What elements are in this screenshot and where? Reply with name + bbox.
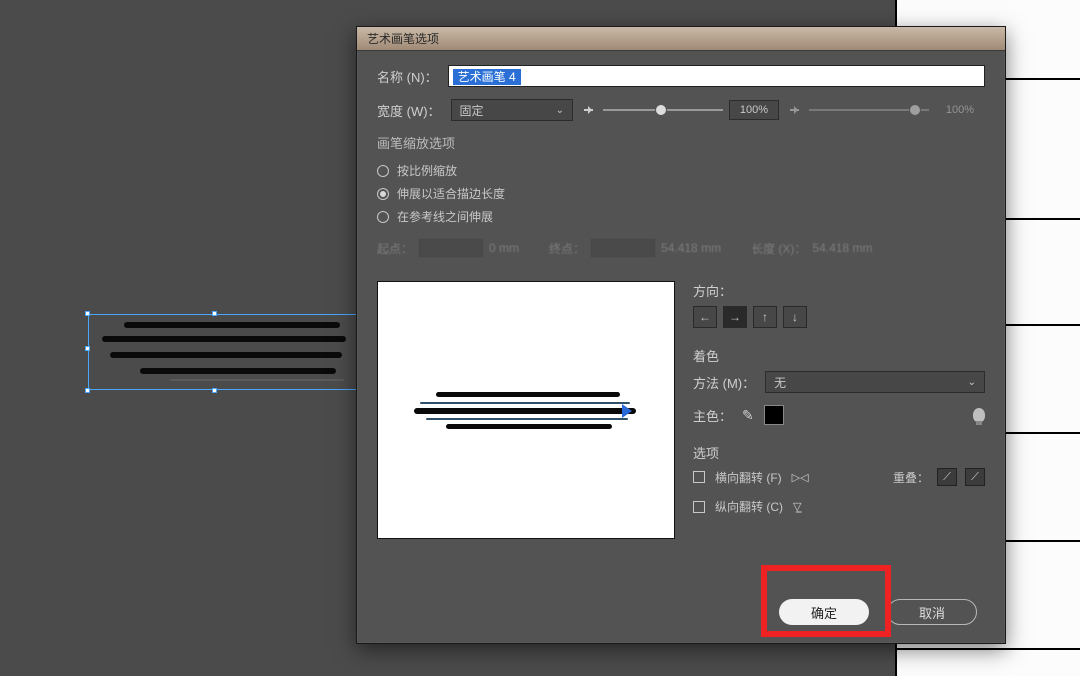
- flip-h-checkbox[interactable]: [693, 471, 705, 483]
- direction-down-button[interactable]: ↓: [783, 306, 807, 328]
- direction-up-button[interactable]: ↑: [753, 306, 777, 328]
- annotation-highlight: [761, 565, 891, 637]
- key-color-swatch[interactable]: [764, 405, 784, 425]
- options-title: 选项: [693, 443, 985, 462]
- art-brush-options-dialog: 艺术画笔选项 名称 (N)： 艺术画笔 4 宽度 (W)： 固定 ⌄ 100% …: [356, 26, 1006, 644]
- width-slider-max: [809, 109, 929, 111]
- cancel-button[interactable]: 取消: [887, 599, 977, 625]
- direction-right-button[interactable]: →: [723, 306, 747, 328]
- arrow-right-icon: [789, 103, 803, 117]
- overlap-on-button[interactable]: ⟋: [965, 468, 985, 486]
- scale-guides-radio[interactable]: 在参考线之间伸展: [377, 208, 985, 225]
- selected-artwork[interactable]: [88, 314, 348, 384]
- direction-left-button[interactable]: ←: [693, 306, 717, 328]
- overlap-off-button[interactable]: ⟋: [937, 468, 957, 486]
- direction-title: 方向：: [693, 281, 985, 300]
- flip-v-checkbox[interactable]: [693, 501, 705, 513]
- chevron-down-icon: ⌄: [556, 105, 564, 116]
- flip-v-icon: ▽̲: [793, 500, 801, 513]
- width-slider-min[interactable]: [603, 109, 723, 111]
- eyedropper-icon[interactable]: ✎: [742, 407, 754, 424]
- name-label: 名称 (N)：: [377, 67, 438, 86]
- colorization-title: 着色: [693, 346, 985, 365]
- chevron-down-icon: ⌄: [968, 377, 976, 388]
- direction-arrow-icon: [622, 404, 639, 418]
- width-label: 宽度 (W)：: [377, 101, 441, 120]
- color-method-select[interactable]: 无 ⌄: [765, 371, 985, 393]
- scale-section-title: 画笔缩放选项: [377, 133, 985, 152]
- brush-name-input[interactable]: 艺术画笔 4: [448, 65, 985, 87]
- brush-preview: [377, 281, 675, 539]
- scale-stretch-radio[interactable]: 伸展以适合描边长度: [377, 185, 985, 202]
- flip-h-icon: ▷◁: [792, 471, 809, 484]
- tips-icon[interactable]: [973, 408, 985, 422]
- arrow-right-icon: [583, 103, 597, 117]
- guides-fields: 起点：0 mm 终点：54.418 mm 长度 (X)：54.418 mm: [377, 239, 985, 257]
- width-max-value: 100%: [935, 100, 985, 120]
- width-min-value[interactable]: 100%: [729, 100, 779, 120]
- width-mode-select[interactable]: 固定 ⌄: [451, 99, 573, 121]
- scale-proportional-radio[interactable]: 按比例缩放: [377, 162, 985, 179]
- dialog-title[interactable]: 艺术画笔选项: [357, 27, 1005, 51]
